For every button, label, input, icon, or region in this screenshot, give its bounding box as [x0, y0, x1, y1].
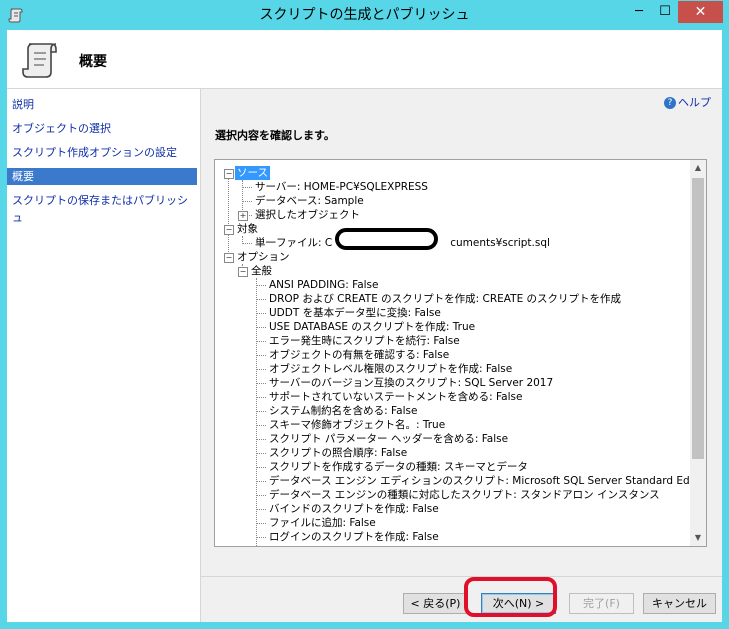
- tree-node-option-item[interactable]: データベース エンジンの種類に対応したスクリプト: スタンドアロン インスタンス: [267, 488, 662, 502]
- tree-node-selected-objects[interactable]: 選択したオブジェクト: [253, 208, 362, 222]
- tree-node-option-item[interactable]: データベース エンジン エディションのスクリプト: Microsoft SQL …: [267, 474, 706, 488]
- tree-line: [256, 467, 266, 468]
- tree-scrollbar[interactable]: ▲ ▼: [690, 160, 706, 546]
- tree-line: [256, 299, 266, 300]
- tree-node-option-item[interactable]: スクリプトの照合順序: False: [267, 446, 409, 460]
- tree-node-option-item[interactable]: オブジェクトレベル権限のスクリプトを作成: False: [267, 362, 514, 376]
- tree-line: [256, 537, 266, 538]
- tree-node-general[interactable]: 全般: [249, 264, 274, 278]
- tree-line: [256, 341, 266, 342]
- tree-node-option-item[interactable]: オブジェクトの有無を確認する: False: [267, 348, 451, 362]
- sidebar-item-description[interactable]: 説明: [7, 96, 197, 113]
- confirm-heading: 選択内容を確認します。: [215, 129, 335, 142]
- finish-button[interactable]: 完了(F): [569, 593, 634, 614]
- tree-line: [256, 383, 266, 384]
- scrollbar-thumb[interactable]: [692, 178, 704, 459]
- tree-node-server[interactable]: サーバー: HOME-PC¥SQLEXPRESS: [253, 180, 430, 194]
- wizard-steps-sidebar: 説明 オブジェクトの選択 スクリプト作成オプションの設定 概要 スクリプトの保存…: [7, 89, 201, 622]
- tree-node-option-item[interactable]: USE DATABASE のスクリプトを作成: True: [267, 320, 477, 334]
- sidebar-item-scripting-options[interactable]: スクリプト作成オプションの設定: [7, 144, 197, 161]
- summary-tree[interactable]: − ソース サーバー: HOME-PC¥SQLEXPRESS データベース: S…: [214, 159, 707, 547]
- collapse-toggle[interactable]: −: [224, 253, 234, 263]
- tree-line: [256, 397, 266, 398]
- maximize-button[interactable]: ☐: [652, 1, 678, 23]
- next-button[interactable]: 次へ(N) >: [481, 593, 556, 614]
- tree-node-option-item[interactable]: ファイルに追加: False: [267, 516, 378, 530]
- tree-line: [256, 481, 266, 482]
- help-label: ヘルプ: [678, 96, 711, 109]
- tree-node-option-item[interactable]: スクリプトを作成するデータの種類: スキーマとデータ: [267, 460, 530, 474]
- tree-node-options[interactable]: オプション: [235, 250, 292, 264]
- page-header: 概要: [7, 30, 722, 89]
- tree-line: [256, 523, 266, 524]
- collapse-toggle[interactable]: −: [224, 169, 234, 179]
- tree-node-option-item[interactable]: スクリプト パラメーター ヘッダーを含める: False: [267, 432, 510, 446]
- tree-node-target[interactable]: 対象: [235, 222, 260, 236]
- sidebar-item-choose-objects[interactable]: オブジェクトの選択: [7, 120, 197, 137]
- tree-line: [256, 327, 266, 328]
- help-link[interactable]: ? ヘルプ: [664, 94, 711, 110]
- tree-line: [256, 278, 257, 546]
- tree-node-option-item[interactable]: サーバーのバージョン互換のスクリプト: SQL Server 2017: [267, 376, 555, 390]
- scroll-up-arrow-icon[interactable]: ▲: [690, 160, 706, 176]
- tree-line: [256, 369, 266, 370]
- tree-line: [242, 243, 252, 244]
- minimize-button[interactable]: ─: [626, 1, 652, 23]
- tree-node-option-item[interactable]: スキーマ修飾オブジェクト名。: True: [267, 418, 447, 432]
- sidebar-item-save-or-publish[interactable]: スクリプトの保存またはパブリッシュ: [7, 192, 197, 224]
- dialog-window: スクリプトの生成とパブリッシュ ─ ☐ ✕ 概要 説明 オブジェクトの選択 スク…: [0, 0, 729, 629]
- back-button[interactable]: < 戻る(P): [403, 593, 468, 614]
- tree-node-option-item[interactable]: ログインのスクリプトを作成: False: [267, 530, 441, 544]
- tree-line: [242, 187, 252, 188]
- tree-node-option-item[interactable]: UDDT を基本データ型に変換: False: [267, 306, 443, 320]
- tree-line: [256, 425, 266, 426]
- tree-node-database[interactable]: データベース: Sample: [253, 194, 366, 208]
- close-button[interactable]: ✕: [678, 1, 723, 23]
- title-bar[interactable]: スクリプトの生成とパブリッシュ ─ ☐ ✕: [0, 0, 729, 30]
- redaction-mark: [335, 228, 438, 250]
- footer-divider: [200, 576, 722, 577]
- script-scroll-icon: [22, 43, 57, 78]
- help-icon: ?: [664, 97, 676, 109]
- tree-line: [256, 313, 266, 314]
- tree-node-option-item[interactable]: DROP および CREATE のスクリプトを作成: CREATE のスクリプト…: [267, 292, 623, 306]
- tree-line: [228, 172, 229, 258]
- tree-line: [256, 509, 266, 510]
- window-title: スクリプトの生成とパブリッシュ: [259, 7, 470, 23]
- tree-node-option-item[interactable]: ANSI PADDING: False: [267, 278, 380, 292]
- cancel-button[interactable]: キャンセル: [643, 593, 716, 614]
- sidebar-item-summary[interactable]: 概要: [7, 168, 197, 185]
- scroll-down-arrow-icon[interactable]: ▼: [690, 530, 706, 546]
- tree-node-option-item[interactable]: エラー発生時にスクリプトを続行: False: [267, 334, 462, 348]
- tree-line: [256, 285, 266, 286]
- tree-line: [256, 355, 266, 356]
- tree-node-source[interactable]: ソース: [235, 166, 270, 180]
- tree-node-option-item[interactable]: サポートされていないステートメントを含める: False: [267, 390, 524, 404]
- collapse-toggle[interactable]: −: [238, 267, 248, 277]
- collapse-toggle[interactable]: −: [224, 225, 234, 235]
- tree-node-option-item[interactable]: バインドのスクリプトを作成: False: [267, 502, 441, 516]
- dialog-client: 概要 説明 オブジェクトの選択 スクリプト作成オプションの設定 概要 スクリプト…: [7, 30, 722, 622]
- expand-toggle[interactable]: +: [238, 211, 248, 221]
- page-title: 概要: [79, 54, 107, 70]
- tree-node-option-item[interactable]: システム制約名を含める: False: [267, 404, 419, 418]
- tree-line: [256, 411, 266, 412]
- tree-line: [256, 495, 266, 496]
- tree-line: [242, 201, 252, 202]
- tree-line: [256, 453, 266, 454]
- tree-line: [256, 439, 266, 440]
